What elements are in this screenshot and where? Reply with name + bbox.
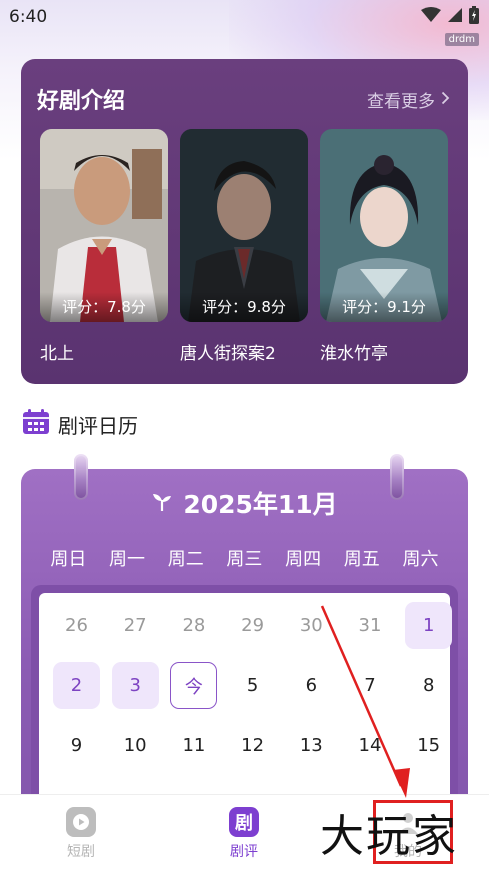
drdm-badge: drdm xyxy=(444,33,479,46)
weekday-label: 周一 xyxy=(109,549,146,570)
calendar-day[interactable]: 5 xyxy=(229,662,276,709)
drama-name[interactable]: 唐人街探案2 xyxy=(180,339,308,364)
calendar-grid: 26 27 28 29 30 31 1 2 3 今 5 6 7 8 9 10 1… xyxy=(39,593,453,815)
calendar-day[interactable]: 6 xyxy=(288,662,335,709)
calendar-day-rated[interactable]: 3 xyxy=(111,662,159,709)
view-more-label: 查看更多 xyxy=(367,92,435,112)
view-more-link[interactable]: 查看更多 xyxy=(367,87,450,112)
status-time: 6:40 xyxy=(9,7,48,27)
calendar-day[interactable]: 10 xyxy=(112,722,159,769)
sprout-icon xyxy=(151,489,173,518)
drama-name[interactable]: 淮水竹亭 xyxy=(320,339,448,364)
weekday-label: 周四 xyxy=(285,549,322,570)
wifi-icon xyxy=(421,7,441,23)
calendar-day[interactable]: 7 xyxy=(347,662,394,709)
poster-list: 评分：7.8分 北上 评分：9.8分 唐人街探案2 评分：9.1分 淮水竹亭 xyxy=(40,129,448,364)
calendar-day[interactable]: 28 xyxy=(170,602,217,649)
calendar-day[interactable]: 31 xyxy=(347,602,394,649)
calendar-day[interactable]: 15 xyxy=(405,722,452,769)
chevron-right-icon xyxy=(441,90,450,110)
nav-item-short-drama[interactable]: 短剧 xyxy=(41,807,121,861)
calendar-binder-ring xyxy=(390,454,404,500)
calendar-day-rated[interactable]: 1 xyxy=(405,602,453,649)
nav-item-review[interactable]: 剧 剧评 xyxy=(204,807,284,861)
month-label: 2025年11月 xyxy=(183,490,338,519)
signal-icon xyxy=(447,7,463,23)
review-icon: 剧 xyxy=(229,807,259,837)
weekday-label: 周五 xyxy=(343,549,380,570)
calendar-day[interactable]: 14 xyxy=(347,722,394,769)
system-icons xyxy=(421,6,479,24)
calendar-day[interactable]: 26 xyxy=(53,602,100,649)
rating-badge: 评分：7.8分 xyxy=(40,292,168,322)
drama-poster[interactable]: 评分：9.8分 唐人街探案2 xyxy=(180,129,308,364)
poster-image[interactable]: 评分：7.8分 xyxy=(40,129,168,322)
drama-name[interactable]: 北上 xyxy=(40,339,168,364)
weekday-row: 周日 周一 周二 周三 周四 周五 周六 xyxy=(21,545,468,571)
brand-watermark: 大玩家 xyxy=(320,811,458,862)
calendar-binder-ring xyxy=(74,454,88,500)
calendar-day[interactable]: 27 xyxy=(112,602,159,649)
calendar-grid-frame: 26 27 28 29 30 31 1 2 3 今 5 6 7 8 9 10 1… xyxy=(31,585,458,815)
calendar-day-today[interactable]: 今 xyxy=(170,662,218,709)
battery-icon xyxy=(469,6,479,24)
calendar-day[interactable]: 11 xyxy=(170,722,217,769)
calendar-day[interactable]: 12 xyxy=(229,722,276,769)
review-calendar: 2025年11月 周日 周一 周二 周三 周四 周五 周六 26 27 28 2… xyxy=(21,469,468,815)
drama-poster[interactable]: 评分：9.1分 淮水竹亭 xyxy=(320,129,448,364)
weekday-label: 周二 xyxy=(167,549,204,570)
hot-dramas-card: 好剧介绍 查看更多 评分：7.8分 北上 评分：9.8分 唐人街探案2 评分：9… xyxy=(21,59,468,384)
weekday-label: 周日 xyxy=(50,549,87,570)
calendar-heading: 剧评日历 xyxy=(22,409,138,439)
hot-dramas-title: 好剧介绍 xyxy=(37,89,126,114)
play-icon xyxy=(66,807,96,837)
rating-badge: 评分：9.8分 xyxy=(180,292,308,322)
weekday-label: 周三 xyxy=(226,549,263,570)
calendar-day-rated[interactable]: 2 xyxy=(53,662,100,709)
calendar-heading-text: 剧评日历 xyxy=(58,413,138,438)
calendar-icon xyxy=(22,409,50,439)
poster-image[interactable]: 评分：9.8分 xyxy=(180,129,308,322)
calendar-day[interactable]: 30 xyxy=(288,602,335,649)
calendar-day[interactable]: 13 xyxy=(288,722,335,769)
weekday-label: 周六 xyxy=(402,549,439,570)
nav-label: 剧评 xyxy=(230,844,258,860)
calendar-day[interactable]: 29 xyxy=(229,602,276,649)
rating-badge: 评分：9.1分 xyxy=(320,292,448,322)
poster-image[interactable]: 评分：9.1分 xyxy=(320,129,448,322)
nav-label: 短剧 xyxy=(67,844,95,860)
drama-poster[interactable]: 评分：7.8分 北上 xyxy=(40,129,168,364)
status-bar: 6:40 drdm xyxy=(0,0,489,46)
calendar-day[interactable]: 9 xyxy=(53,722,100,769)
calendar-day[interactable]: 8 xyxy=(405,662,452,709)
